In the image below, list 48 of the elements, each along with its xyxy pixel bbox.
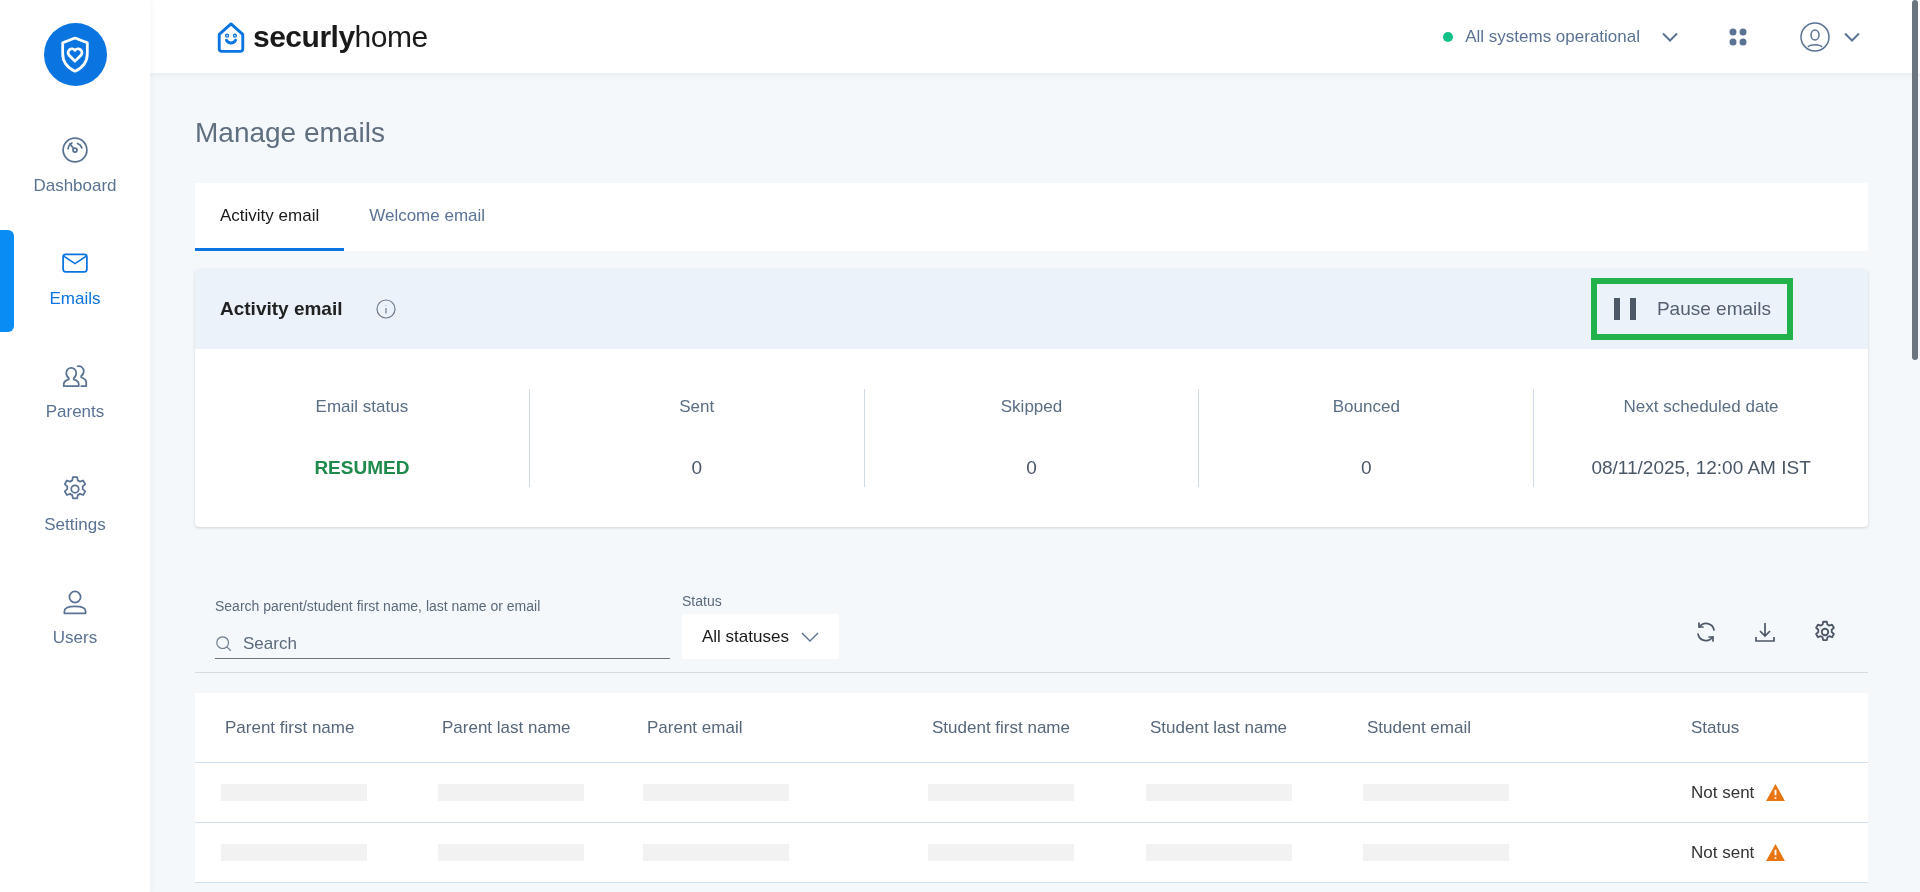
column-header: Student last name — [1150, 717, 1288, 737]
chevron-down-icon — [800, 630, 819, 643]
refresh-icon[interactable] — [1694, 620, 1718, 644]
tab[interactable]: Activity email — [195, 183, 345, 251]
page-title: Manage emails — [195, 116, 386, 150]
status-dropdown[interactable]: All statuses — [682, 614, 839, 659]
info-icon[interactable] — [375, 299, 396, 319]
status-text: Not sent — [1691, 781, 1755, 804]
stat-value: 0 — [1026, 455, 1037, 480]
pause-emails-button[interactable]: Pause emails — [1590, 278, 1793, 340]
stat-label: Skipped — [1000, 396, 1063, 418]
download-icon[interactable] — [1753, 620, 1777, 644]
column-header: Student email — [1367, 717, 1471, 737]
search-icon — [215, 634, 233, 653]
nav-item[interactable]: Settings — [0, 456, 150, 569]
column-header: Parent last name — [442, 717, 571, 737]
user-avatar-icon — [1800, 21, 1830, 52]
pause-icon — [1612, 298, 1637, 320]
stat-label: Email status — [315, 396, 409, 418]
nav-item[interactable]: Parents — [0, 343, 150, 456]
status-label: Status — [682, 592, 723, 611]
account-menu-button[interactable] — [1800, 21, 1860, 52]
gauge-icon — [60, 135, 90, 165]
stat-value: 08/11/2025, 12:00 AM IST — [1591, 455, 1811, 480]
column-header: Student first name — [932, 717, 1070, 737]
status-text: Not sent — [1691, 841, 1755, 864]
stat-value: 0 — [1361, 455, 1372, 480]
nav-item[interactable]: Emails — [0, 230, 150, 343]
brand-logo[interactable]: securlyhome — [215, 14, 428, 59]
chevron-down-icon — [1662, 31, 1678, 42]
scrollbar-thumb[interactable] — [1912, 0, 1918, 360]
chevron-down-icon — [1844, 31, 1860, 42]
tab[interactable]: Welcome email — [344, 183, 511, 251]
column-header: Parent email — [647, 717, 743, 737]
column-header: Parent first name — [225, 717, 355, 737]
stat-label: Sent — [679, 396, 715, 418]
search-label: Search parent/student first name, last name or email — [215, 597, 542, 616]
stat-value: RESUMED — [314, 455, 410, 480]
stat-label: Next scheduled date — [1623, 396, 1779, 418]
column-header: Status — [1691, 717, 1740, 737]
apps-grid-icon[interactable] — [1728, 26, 1748, 47]
nav-item[interactable]: Users — [0, 569, 150, 682]
system-status-dropdown[interactable]: All systems operational — [1465, 23, 1678, 50]
stat-label: Bounced — [1332, 396, 1400, 418]
card-title: Activity email — [220, 296, 343, 321]
nav-item[interactable]: Dashboard — [0, 117, 150, 230]
stat-value: 0 — [691, 455, 702, 480]
search-field[interactable]: Search — [243, 630, 670, 657]
